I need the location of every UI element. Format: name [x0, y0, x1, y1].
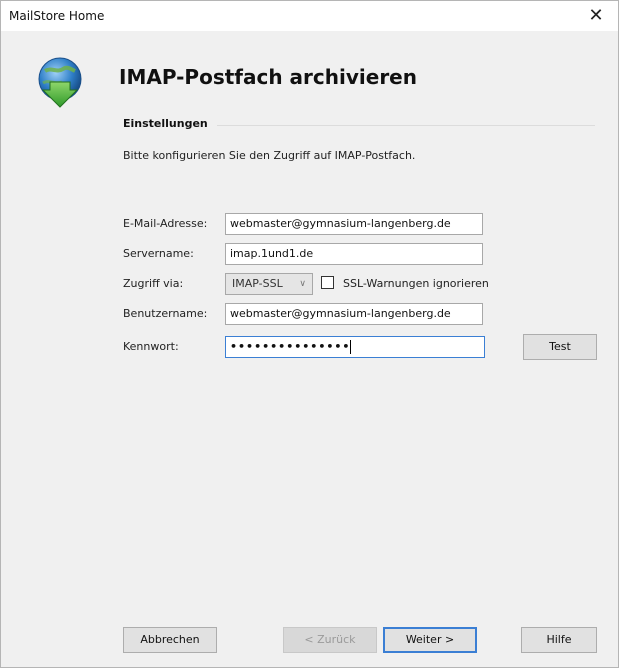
email-value: webmaster@gymnasium-langenberg.de: [230, 217, 451, 230]
ssl-warnings-checkbox[interactable]: [321, 276, 334, 289]
section-title: Einstellungen: [123, 117, 208, 130]
dialog-content: IMAP-Postfach archivieren Einstellungen …: [1, 31, 618, 667]
window-title: MailStore Home: [9, 9, 105, 23]
back-button[interactable]: < Zurück: [283, 627, 377, 653]
ssl-warnings-label: SSL-Warnungen ignorieren: [343, 277, 489, 290]
close-button[interactable]: ✕: [574, 1, 618, 31]
close-icon: ✕: [588, 5, 604, 26]
server-value: imap.1und1.de: [230, 247, 314, 260]
cancel-button[interactable]: Abbrechen: [123, 627, 217, 653]
username-field[interactable]: webmaster@gymnasium-langenberg.de: [225, 303, 483, 325]
text-caret: [350, 340, 352, 354]
page-title: IMAP-Postfach archivieren: [119, 65, 417, 89]
password-label: Kennwort:: [123, 340, 179, 353]
access-select-value: IMAP-SSL: [232, 277, 283, 290]
server-field[interactable]: imap.1und1.de: [225, 243, 483, 265]
mailstore-globe-download-icon: [35, 55, 85, 109]
email-label: E-Mail-Adresse:: [123, 217, 208, 230]
chevron-down-icon: ∨: [299, 279, 306, 289]
server-label: Servername:: [123, 247, 194, 260]
test-button[interactable]: Test: [523, 334, 597, 360]
password-field[interactable]: •••••••••••••••: [225, 336, 485, 358]
section-divider: [217, 125, 595, 126]
dialog-window: MailStore Home ✕ IMAP-Postfach archivier…: [0, 0, 619, 668]
access-select[interactable]: IMAP-SSL ∨: [225, 273, 313, 295]
next-button[interactable]: Weiter >: [383, 627, 477, 653]
password-value: •••••••••••••••: [230, 340, 351, 353]
email-field[interactable]: webmaster@gymnasium-langenberg.de: [225, 213, 483, 235]
username-label: Benutzername:: [123, 307, 208, 320]
section-description: Bitte konfigurieren Sie den Zugriff auf …: [123, 149, 416, 162]
username-value: webmaster@gymnasium-langenberg.de: [230, 307, 451, 320]
title-bar: MailStore Home ✕: [1, 1, 618, 31]
access-label: Zugriff via:: [123, 277, 184, 290]
help-button[interactable]: Hilfe: [521, 627, 597, 653]
